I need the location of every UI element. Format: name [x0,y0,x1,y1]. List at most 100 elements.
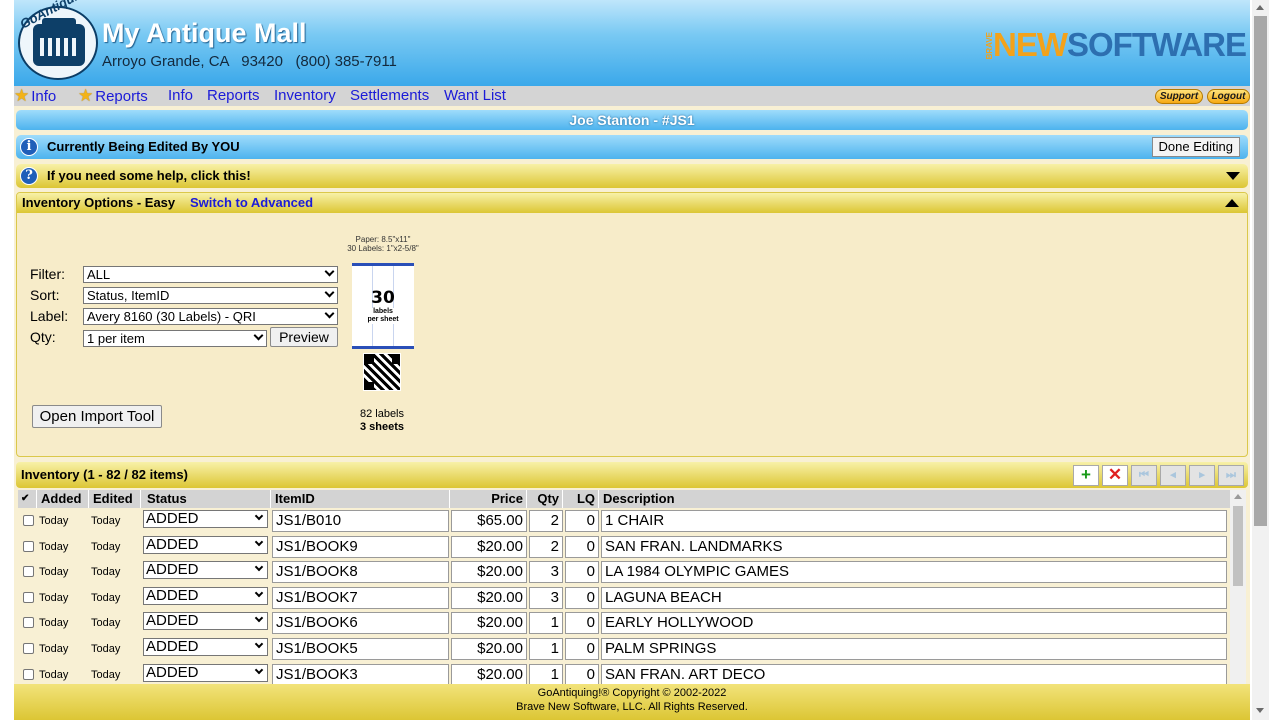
col-edited[interactable]: Edited [90,490,141,508]
item-id-field[interactable]: JS1/B010 [272,510,449,532]
chevron-down-icon [254,613,264,623]
first-page-button[interactable]: ⏮ [1131,465,1157,486]
sort-select[interactable]: Status, ItemID [83,287,338,304]
col-qty[interactable]: Qty [528,490,563,508]
qty-field[interactable]: 1 [529,638,563,660]
nav-item-settlements[interactable]: Settlements [350,86,429,106]
item-id-field[interactable]: JS1/BOOK8 [272,561,449,583]
open-import-tool-button[interactable]: Open Import Tool [32,405,162,428]
switch-to-advanced-link[interactable]: Switch to Advanced [190,193,313,213]
goantiquing-logo[interactable]: GoAntiquing! [17,0,98,80]
nav-item-want-list[interactable]: Want List [444,86,506,106]
qty-field[interactable]: 3 [529,561,563,583]
price-field[interactable]: $20.00 [451,664,527,686]
expand-icon[interactable] [1226,172,1240,180]
status-select[interactable]: ADDED [143,664,268,682]
page-scrollbar[interactable] [1252,0,1269,720]
support-button[interactable]: Support [1155,89,1203,104]
lq-field[interactable]: 0 [565,612,599,634]
status-select[interactable]: ADDED [143,612,268,630]
nav-item-inventory[interactable]: Inventory [274,86,336,106]
col-added[interactable]: Added [38,490,89,508]
status-select[interactable]: ADDED [143,561,268,579]
lq-field[interactable]: 0 [565,510,599,532]
scroll-down-icon[interactable] [1256,708,1264,713]
labels-count: 82 labels [359,408,405,420]
price-field[interactable]: $65.00 [451,510,527,532]
col-item-id[interactable]: ItemID [272,490,450,508]
status-select[interactable]: ADDED [143,587,268,605]
col-price[interactable]: Price [451,490,527,508]
last-page-button[interactable]: ⏭ [1218,465,1244,486]
filter-select[interactable]: ALL [83,266,338,283]
prev-page-button[interactable]: ◂ [1160,465,1186,486]
label-type-select[interactable]: Avery 8160 (30 Labels) - QRI [83,308,338,325]
table-scrollbar[interactable] [1230,490,1246,684]
qty-field[interactable]: 1 [529,612,563,634]
options-header: Inventory Options - Easy Switch to Advan… [17,193,1247,213]
status-select[interactable]: ADDED [143,638,268,656]
description-field[interactable]: SAN FRAN. LANDMARKS [601,536,1227,558]
row-checkbox[interactable] [23,592,34,603]
item-id-field[interactable]: JS1/BOOK6 [272,612,449,634]
description-field[interactable]: PALM SPRINGS [601,638,1227,660]
scroll-up-icon[interactable] [1234,494,1242,499]
col-status[interactable]: Status [144,490,271,508]
price-field[interactable]: $20.00 [451,587,527,609]
row-checkbox[interactable] [23,566,34,577]
item-id-field[interactable]: JS1/BOOK7 [272,587,449,609]
mall-name: My Antique Mall [102,18,307,48]
nav-item-info-star[interactable]: ★ Info [14,86,56,106]
nav-item-info[interactable]: Info [168,86,193,106]
description-field[interactable]: SAN FRAN. ART DECO [601,664,1227,686]
add-item-button[interactable]: + [1073,465,1099,486]
lq-field[interactable]: 0 [565,638,599,660]
lq-field[interactable]: 0 [565,664,599,686]
status-select[interactable]: ADDED [143,510,268,528]
table-scroll-thumb[interactable] [1233,506,1243,586]
col-description[interactable]: Description [600,490,1230,508]
next-page-button[interactable]: ▸ [1189,465,1215,486]
lq-field[interactable]: 0 [565,587,599,609]
table-row: Today Today ADDED JS1/BOOK9 $20.00 2 0 SAN FRAN… [18,534,1230,559]
price-field[interactable]: $20.00 [451,561,527,583]
delete-item-button[interactable]: ✕ [1102,465,1128,486]
description-field[interactable]: EARLY HOLLYWOOD [601,612,1227,634]
brand-new-software-logo[interactable]: BRAVE NEWSOFTWARE [985,26,1247,64]
page-scroll-thumb[interactable] [1254,16,1267,526]
price-field[interactable]: $20.00 [451,638,527,660]
description-field[interactable]: LAGUNA BEACH [601,587,1227,609]
lq-field[interactable]: 0 [565,561,599,583]
qty-select[interactable]: 1 per item [83,330,267,347]
preview-button[interactable]: Preview [270,327,338,347]
item-id-field[interactable]: JS1/BOOK5 [272,638,449,660]
collapse-icon[interactable] [1225,199,1239,207]
description-field[interactable]: 1 CHAIR [601,510,1227,532]
row-checkbox[interactable] [23,669,34,680]
nav-item-reports-star[interactable]: ★ Reports [78,86,148,106]
done-editing-button[interactable]: Done Editing [1151,137,1240,157]
label-type-label: Label: [30,308,69,324]
item-id-field[interactable]: JS1/BOOK9 [272,536,449,558]
row-checkbox[interactable] [23,541,34,552]
row-checkbox[interactable] [23,617,34,628]
qty-field[interactable]: 2 [529,536,563,558]
price-field[interactable]: $20.00 [451,536,527,558]
qty-field[interactable]: 2 [529,510,563,532]
col-lq[interactable]: LQ [564,490,599,508]
help-bar[interactable]: ? If you need some help, click this! [16,164,1248,188]
item-id-field[interactable]: JS1/BOOK3 [272,664,449,686]
nav-item-reports[interactable]: Reports [207,86,260,106]
qty-field[interactable]: 3 [529,587,563,609]
price-field[interactable]: $20.00 [451,612,527,634]
qty-field[interactable]: 1 [529,664,563,686]
status-select[interactable]: ADDED [143,536,268,554]
lq-field[interactable]: 0 [565,536,599,558]
row-checkbox[interactable] [23,515,34,526]
description-field[interactable]: LA 1984 OLYMPIC GAMES [601,561,1227,583]
scroll-up-icon[interactable] [1256,5,1264,10]
row-checkbox[interactable] [23,643,34,654]
col-select-all[interactable]: ✔ [18,490,37,508]
table-row: Today Today ADDED JS1/B010 $65.00 2 0 1 CHAIR [18,508,1230,533]
logout-button[interactable]: Logout [1207,89,1250,104]
